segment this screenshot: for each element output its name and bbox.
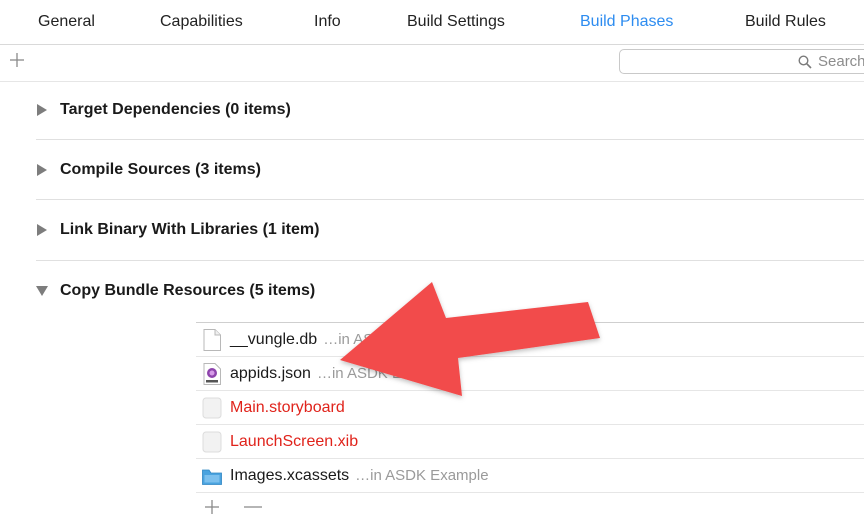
bundle-resources-list: __vungle.db …in ASDK Example appids.json…… — [196, 322, 864, 493]
list-item[interactable]: Main.storyboard — [196, 391, 864, 425]
list-item[interactable]: LaunchScreen.xib — [196, 425, 864, 459]
list-item[interactable]: Images.xcassets …in ASDK Example — [196, 459, 864, 493]
document-icon — [203, 329, 221, 351]
resource-name: Main.storyboard — [230, 399, 345, 416]
row-divider — [196, 492, 864, 493]
phase-divider — [36, 139, 864, 140]
phase-title: Target Dependencies (0 items) — [60, 101, 291, 118]
disclosure-right-icon[interactable] — [36, 224, 48, 236]
resource-name: LaunchScreen.xib — [230, 433, 359, 450]
tab-bar-divider — [0, 44, 864, 45]
phase-title: Link Binary With Libraries (1 item) — [60, 221, 320, 238]
list-item[interactable]: __vungle.db …in ASDK Example — [196, 323, 864, 357]
search-placeholder: Search — [818, 53, 864, 70]
phase-title: Copy Bundle Resources (5 items) — [60, 282, 316, 299]
tab-capabilities[interactable]: Capabilities — [160, 13, 243, 31]
remove-resource-icon[interactable] — [244, 506, 262, 508]
resource-name: __vungle.db …in ASDK Example — [230, 331, 457, 348]
resource-name: Images.xcassets …in ASDK Example — [230, 467, 489, 484]
add-resource-icon[interactable] — [204, 499, 220, 515]
tab-build-rules[interactable]: Build Rules — [745, 13, 826, 31]
editor-tab-bar: General Capabilities Info Build Settings… — [0, 0, 864, 44]
phase-divider — [36, 260, 864, 261]
tab-info[interactable]: Info — [314, 13, 341, 31]
toolbar-divider — [0, 81, 864, 82]
placeholder-file-icon — [202, 397, 222, 419]
disclosure-down-icon[interactable] — [36, 285, 48, 297]
phase-divider — [36, 199, 864, 200]
resource-location: …in ASDK Example — [316, 365, 451, 382]
search-field[interactable]: Search — [619, 49, 864, 74]
list-item[interactable]: appids.json …in ASDK Example — [196, 357, 864, 391]
resource-location: …in ASDK Example — [323, 331, 457, 348]
tab-general[interactable]: General — [38, 13, 95, 31]
resource-location: …in ASDK Example — [355, 467, 489, 484]
add-phase-icon[interactable] — [8, 51, 26, 69]
tab-build-settings[interactable]: Build Settings — [407, 13, 505, 31]
disclosure-right-icon[interactable] — [36, 104, 48, 116]
tab-build-phases[interactable]: Build Phases — [580, 13, 673, 31]
json-file-icon — [203, 363, 221, 385]
disclosure-right-icon[interactable] — [36, 164, 48, 176]
folder-icon — [202, 469, 222, 485]
phase-title: Compile Sources (3 items) — [60, 161, 261, 178]
search-icon — [798, 55, 812, 69]
placeholder-file-icon — [202, 431, 222, 453]
xcode-project-editor: General Capabilities Info Build Settings… — [0, 0, 864, 517]
resource-name: appids.json …in ASDK Example — [230, 365, 451, 382]
